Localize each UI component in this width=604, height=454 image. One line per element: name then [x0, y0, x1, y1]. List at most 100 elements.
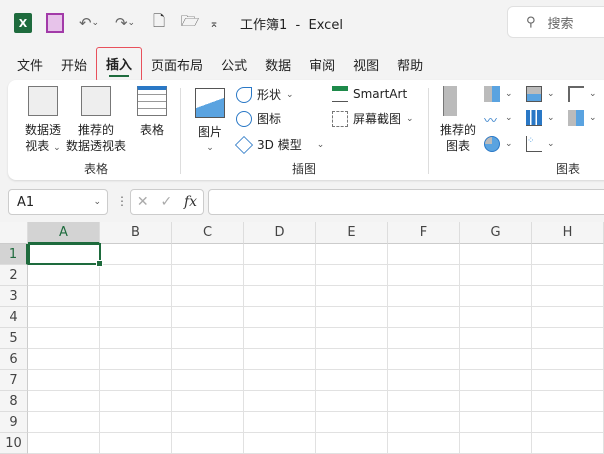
gridline — [28, 327, 604, 328]
pie-chart-button[interactable]: ⌄ — [484, 136, 513, 152]
column-header-B[interactable]: B — [100, 222, 172, 244]
table-button[interactable]: 表格 — [134, 86, 170, 138]
label: 数据透视表 — [65, 139, 126, 153]
column-header-C[interactable]: C — [172, 222, 244, 244]
tab-data[interactable]: 数据 — [256, 52, 300, 82]
tab-file[interactable]: 文件 — [8, 52, 52, 82]
row-header-6[interactable]: 6 — [0, 349, 28, 370]
name-box-value: A1 — [17, 194, 35, 210]
chevron-down-icon[interactable]: ⌄ — [93, 197, 101, 207]
histogram-icon — [526, 110, 542, 126]
group-label-charts: 图表 — [556, 162, 581, 176]
label: 3D 模型 — [257, 138, 302, 152]
formula-input[interactable] — [208, 189, 604, 215]
gridline — [28, 369, 604, 370]
undo-icon[interactable]: ↶ ⌄ — [76, 13, 102, 33]
tab-view[interactable]: 视图 — [344, 52, 388, 82]
gridline — [459, 244, 460, 454]
tab-help[interactable]: 帮助 — [388, 52, 432, 82]
pivot-table-button[interactable]: 数据透 视表 ⌄ — [20, 86, 66, 156]
row-header-9[interactable]: 9 — [0, 412, 28, 433]
gridline — [171, 244, 172, 454]
ribbon-tabs: 文件 开始 插入 页面布局 公式 数据 审阅 视图 帮助 — [8, 47, 432, 82]
gridline — [28, 306, 604, 307]
pictures-button[interactable]: 图片 ⌄ — [194, 88, 226, 156]
gridline — [28, 432, 604, 433]
column-header-H[interactable]: H — [532, 222, 604, 244]
gridline — [28, 285, 604, 286]
combo-chart-button[interactable]: ⌄ — [568, 110, 597, 126]
row-header-7[interactable]: 7 — [0, 370, 28, 391]
icons-icon — [236, 110, 252, 127]
label: 形状 — [257, 88, 282, 102]
recommended-pivot-icon — [81, 86, 111, 116]
formula-buttons: ✕ ✓ fx — [130, 189, 204, 215]
row-header-3[interactable]: 3 — [0, 286, 28, 307]
search-box[interactable]: ⚲ 搜索 — [507, 6, 604, 38]
name-box[interactable]: A1 ⌄ — [8, 189, 108, 215]
select-all-button[interactable] — [0, 222, 28, 244]
column-header-E[interactable]: E — [316, 222, 388, 244]
group-label-tables: 表格 — [84, 162, 109, 176]
label: 屏幕截图 — [353, 112, 402, 126]
column-chart-button[interactable]: ⌄ — [484, 86, 513, 102]
insert-function-button[interactable]: fx — [184, 194, 197, 210]
gridline — [243, 244, 244, 454]
enter-icon[interactable]: ✓ — [160, 194, 172, 210]
redo-icon[interactable]: ↷ ⌄ — [112, 13, 138, 33]
tab-review[interactable]: 审阅 — [300, 52, 344, 82]
label: SmartArt — [353, 87, 408, 101]
row-header-10[interactable]: 10 — [0, 433, 28, 454]
gridline — [28, 348, 604, 349]
row-header-5[interactable]: 5 — [0, 328, 28, 349]
recommended-charts-button[interactable]: 推荐的 图表 — [436, 86, 480, 154]
gridline — [531, 244, 532, 454]
statistic-chart-button[interactable]: ⌄ — [526, 110, 555, 126]
screenshot-button[interactable]: 屏幕截图 ⌄ — [332, 110, 414, 127]
column-header-G[interactable]: G — [460, 222, 532, 244]
line-chart-button[interactable]: 〰 ⌄ — [484, 110, 513, 129]
divider — [428, 88, 429, 174]
column-chart-icon — [484, 86, 500, 102]
customize-toolbar-icon[interactable]: ⌅ — [184, 13, 244, 33]
scatter-chart-button[interactable]: ⁘ ⌄ — [526, 136, 555, 152]
row-header-8[interactable]: 8 — [0, 391, 28, 412]
picture-icon — [195, 88, 225, 118]
gridline — [28, 411, 604, 412]
gridline — [99, 244, 100, 454]
divider — [180, 88, 181, 174]
spreadsheet-grid[interactable]: A B C D E F G H 1 2 3 4 5 6 7 8 9 10 — [0, 222, 604, 454]
smartart-icon — [332, 86, 348, 102]
gridline — [28, 390, 604, 391]
row-header-4[interactable]: 4 — [0, 307, 28, 328]
tab-page-layout[interactable]: 页面布局 — [142, 52, 212, 82]
column-header-D[interactable]: D — [244, 222, 316, 244]
label: 推荐的 — [439, 123, 476, 137]
recommended-charts-icon — [443, 86, 473, 116]
shapes-button[interactable]: 形状 ⌄ — [236, 86, 294, 103]
column-header-F[interactable]: F — [388, 222, 460, 244]
hierarchy-chart-button[interactable]: ⌄ — [526, 86, 555, 102]
recommended-pivot-button[interactable]: 推荐的 数据透视表 — [64, 86, 128, 154]
search-placeholder: 搜索 — [547, 16, 574, 32]
3d-models-button[interactable]: 3D 模型 ⌄ — [234, 135, 324, 154]
gridline — [387, 244, 388, 454]
label: 推荐的 — [77, 123, 114, 137]
tab-insert[interactable]: 插入 — [96, 47, 143, 82]
label: 图片 — [197, 125, 222, 139]
more-icon[interactable]: ⋮ — [116, 194, 128, 208]
window-title: 工作簿1 - Excel — [240, 18, 343, 33]
tab-home[interactable]: 开始 — [52, 52, 96, 82]
cancel-icon[interactable]: ✕ — [137, 194, 149, 210]
row-header-1[interactable]: 1 — [0, 244, 28, 265]
waterfall-chart-button[interactable]: ⌄ — [568, 86, 597, 102]
icons-button[interactable]: 图标 — [236, 110, 281, 127]
new-file-icon[interactable]: 🗋 — [152, 12, 166, 33]
save-icon[interactable] — [46, 13, 64, 33]
screenshot-icon — [332, 110, 348, 127]
active-cell-A1[interactable] — [28, 243, 103, 267]
smartart-button[interactable]: SmartArt — [332, 86, 407, 102]
column-header-A[interactable]: A — [28, 222, 100, 244]
tab-formulas[interactable]: 公式 — [212, 52, 256, 82]
row-header-2[interactable]: 2 — [0, 265, 28, 286]
